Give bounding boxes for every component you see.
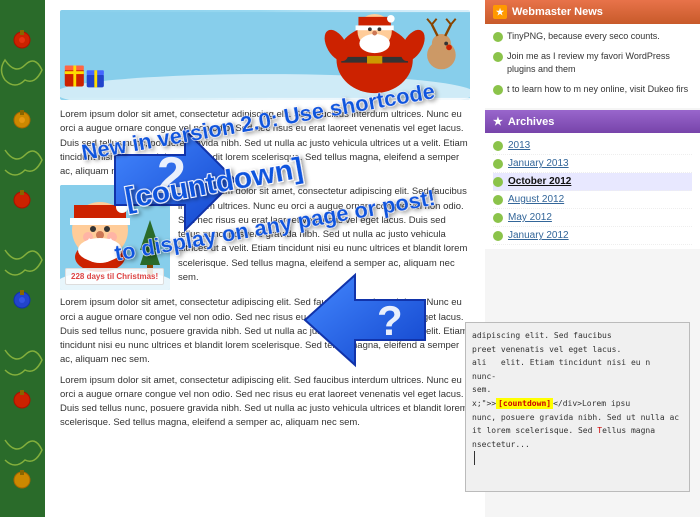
webmaster-news-content: TinyPNG, because every seco counts. Join…: [485, 24, 700, 108]
archive-item-1[interactable]: January 2013: [493, 155, 692, 173]
code-line-4: nunc-: [472, 370, 683, 384]
archive-item-3[interactable]: August 2012: [493, 191, 692, 209]
code-line-7: nunc, posuere gravida nibh. Sed ut nulla…: [472, 411, 683, 425]
lorem-paragraph-3: Lorem ipsum dolor sit amet, consectetur …: [60, 374, 470, 431]
code-overlay: adipiscing elit. Sed faucibus preet vene…: [465, 322, 690, 492]
archive-dot-5: [493, 231, 503, 241]
news-item-2: Join me as I review my favori WordPress …: [493, 50, 692, 77]
news-dot-1: [493, 32, 503, 42]
archive-item-4[interactable]: May 2012: [493, 209, 692, 227]
top-banner: [60, 10, 470, 100]
code-line-2: preet venenatis vel eget lacus.: [472, 343, 683, 357]
news-text-2: Join me as I review my favori WordPress …: [507, 50, 692, 77]
archives-rss-icon: ★: [493, 115, 503, 128]
archive-item-2[interactable]: October 2012: [493, 173, 692, 191]
archives-title: ★ Archives: [485, 110, 700, 133]
news-text-1: TinyPNG, because every seco counts.: [507, 30, 660, 44]
countdown-label: days til Christmas!: [87, 272, 159, 281]
countdown-badge: 228 days til Christmas!: [65, 268, 164, 285]
code-line-8: it lorem scelerisque. Sed Tellus magna: [472, 424, 683, 438]
rss-icon: ★: [493, 5, 507, 19]
blue-arrow-right: ?: [295, 265, 435, 380]
archives-widget: ★ Archives 2013 January 2013 October 201…: [485, 110, 700, 249]
webmaster-news-label: Webmaster News: [512, 6, 603, 18]
archive-link-5[interactable]: January 2012: [508, 230, 569, 241]
main-content: Lorem ipsum dolor sit amet, consectetur …: [45, 0, 485, 517]
christmas-decoration: [0, 0, 45, 517]
webmaster-news-title: ★ Webmaster News: [485, 0, 700, 24]
blue-arrow-left: 2: [105, 115, 245, 250]
archive-item-5[interactable]: January 2012: [493, 227, 692, 245]
news-dot-3: [493, 85, 503, 95]
code-line-5: sem.: [472, 383, 683, 397]
news-dot-2: [493, 52, 503, 62]
countdown-days: 228: [71, 272, 84, 281]
svg-text:?: ?: [377, 297, 403, 344]
archive-dot-3: [493, 195, 503, 205]
archive-link-1[interactable]: January 2013: [508, 158, 569, 169]
archive-link-3[interactable]: August 2012: [508, 194, 564, 205]
code-line-1: adipiscing elit. Sed faucibus: [472, 329, 683, 343]
news-item-3: t to learn how to m ney online, visit Du…: [493, 83, 692, 97]
code-line-6: x;">>[countdown]</div>Lorem ipsu: [472, 397, 683, 411]
archive-dot-4: [493, 213, 503, 223]
archive-link-0[interactable]: 2013: [508, 140, 530, 151]
archives-list: 2013 January 2013 October 2012 August 20…: [485, 133, 700, 249]
archive-link-4[interactable]: May 2012: [508, 212, 552, 223]
webmaster-news-widget: ★ Webmaster News TinyPNG, because every …: [485, 0, 700, 108]
archive-item-0[interactable]: 2013: [493, 137, 692, 155]
archive-dot-0: [493, 141, 503, 151]
text-cursor: [474, 451, 475, 465]
christmas-ornaments-svg: [0, 0, 45, 517]
archive-dot-1: [493, 159, 503, 169]
code-line-3: ali elit. Etiam tincidunt nisi eu n: [472, 356, 683, 370]
news-text-3: t to learn how to m ney online, visit Du…: [507, 83, 688, 97]
code-line-9: nsectetur...: [472, 438, 683, 452]
svg-text:2: 2: [157, 147, 186, 205]
archives-label: Archives: [508, 116, 554, 128]
archive-link-2[interactable]: October 2012: [508, 176, 571, 187]
archive-dot-2: [493, 177, 503, 187]
news-item-1: TinyPNG, because every seco counts.: [493, 30, 692, 44]
